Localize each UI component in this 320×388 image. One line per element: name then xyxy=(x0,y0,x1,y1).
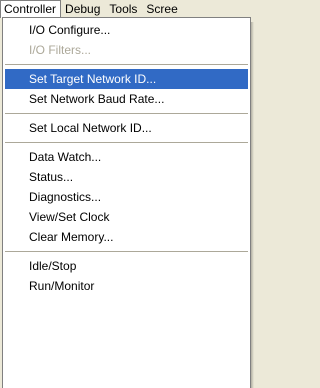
menu-item-io-filters: I/O Filters... xyxy=(29,43,92,57)
menu-separator xyxy=(5,142,248,143)
menu-item-data-watch[interactable]: Data Watch... xyxy=(5,147,248,167)
menu-item-set-network-baud-rate[interactable]: Set Network Baud Rate... xyxy=(5,89,248,109)
menu-item-clear-memory[interactable]: Clear Memory... xyxy=(5,227,248,247)
menu-item-run-monitor[interactable]: Run/Monitor xyxy=(5,276,248,296)
menu-separator xyxy=(5,64,248,65)
menu-separator xyxy=(5,113,248,114)
menu-item-idle-stop[interactable]: Idle/Stop xyxy=(5,256,248,276)
menubar-screen[interactable]: Scree xyxy=(142,0,182,18)
menubar-controller[interactable]: Controller xyxy=(0,0,62,18)
menu-item-set-target-network-id[interactable]: Set Target Network ID... xyxy=(5,69,248,89)
menubar-tools[interactable]: Tools xyxy=(105,0,142,18)
menu-item-view-set-clock[interactable]: View/Set Clock xyxy=(5,207,248,227)
menubar-debug[interactable]: Debug xyxy=(61,0,105,18)
menu-bar: Controller Debug Tools Scree xyxy=(0,0,257,18)
menu-separator xyxy=(5,251,248,252)
menu-shadow xyxy=(251,22,254,388)
controller-menu: I/O Configure... I/O Filters... Set Targ… xyxy=(2,17,251,388)
menu-item-diagnostics[interactable]: Diagnostics... xyxy=(5,187,248,207)
menu-item-io-configure[interactable]: I/O Configure... xyxy=(5,20,248,40)
menu-item-set-local-network-id[interactable]: Set Local Network ID... xyxy=(5,118,248,138)
menu-item-status[interactable]: Status... xyxy=(5,167,248,187)
